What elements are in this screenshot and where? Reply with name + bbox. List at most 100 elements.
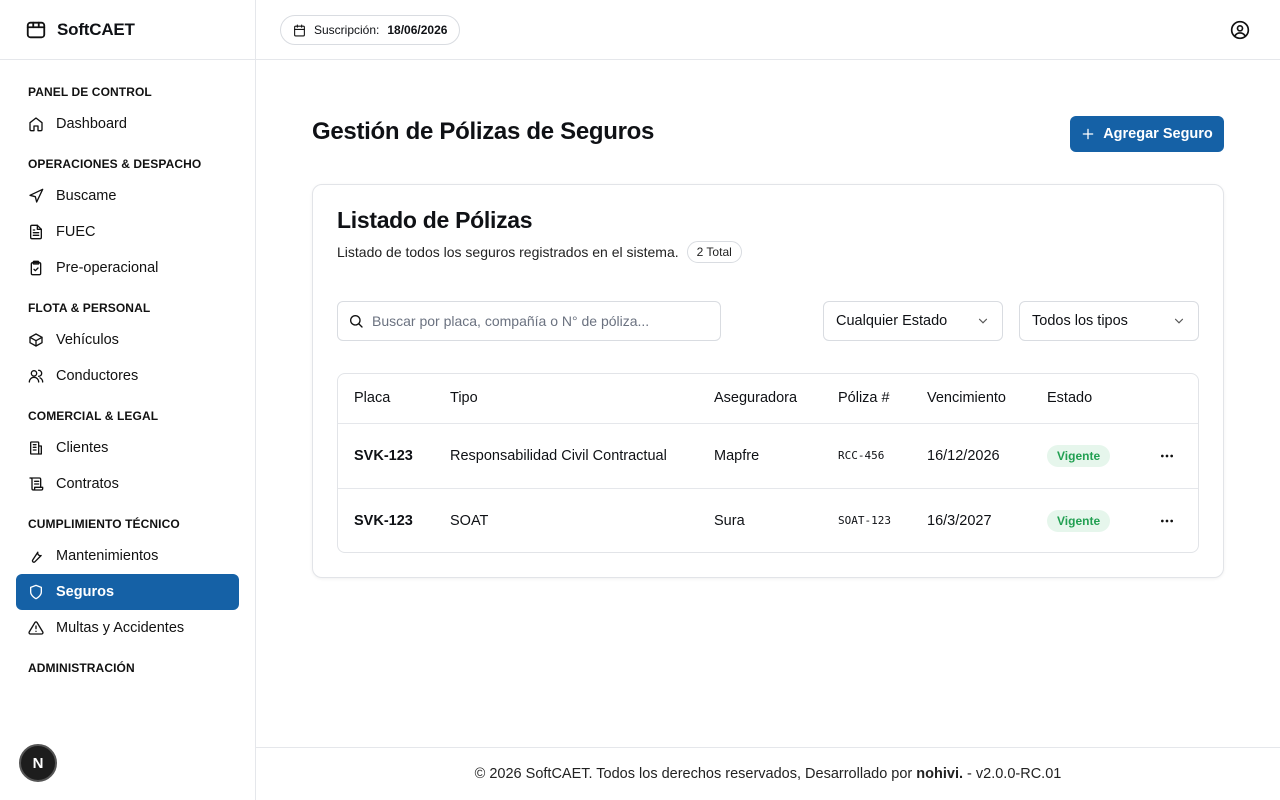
sidebar-item-multas-y-accidentes[interactable]: Multas y Accidentes <box>16 610 239 646</box>
users-icon <box>28 369 44 383</box>
sidebar-item-conductores[interactable]: Conductores <box>16 358 239 394</box>
nav-section-gap <box>16 142 239 154</box>
sidebar-item-mantenimientos[interactable]: Mantenimientos <box>16 538 239 574</box>
card-description: Listado de todos los seguros registrados… <box>337 241 742 263</box>
nav-section-cumplimiento-tecnico: CUMPLIMIENTO TÉCNICO <box>28 517 180 531</box>
cell-tipo: SOAT <box>450 512 489 529</box>
cell-tipo: Responsabilidad Civil Contractual <box>434 423 698 489</box>
wrench-icon <box>31 551 42 563</box>
cell-aseguradora: Sura <box>714 512 745 529</box>
shield-icon <box>30 584 42 600</box>
footer-author[interactable]: nohivi. <box>916 766 963 782</box>
row-actions-button[interactable] <box>1157 511 1177 531</box>
row-actions-button[interactable] <box>1157 446 1177 466</box>
cell-aseguradora: Mapfre <box>698 423 822 489</box>
policies-card: Listado de Pólizas Listado de todos los … <box>312 184 1224 578</box>
cell-estado: Vigente <box>1031 423 1141 489</box>
calendar-icon <box>294 24 305 36</box>
package-icon <box>29 333 43 347</box>
sidebar-item-label: Clientes <box>56 440 109 456</box>
cell-vencimiento: 16/12/2026 <box>911 423 1031 489</box>
sidebar-item-clientes[interactable]: Clientes <box>16 430 239 466</box>
search-box[interactable] <box>337 301 721 341</box>
col-header-vencimiento: Vencimiento <box>911 374 1031 424</box>
cell-poliza: SOAT-123 <box>838 514 891 528</box>
subscription-pill: Suscripción: 18/06/2026 <box>280 15 461 45</box>
sidebar-item-buscame[interactable]: Buscame <box>16 178 239 214</box>
nav-section-spacer <box>16 678 239 682</box>
package-logo-icon <box>26 21 46 38</box>
sidebar-item-label: Conductores <box>56 368 139 384</box>
cell-actions <box>1141 488 1198 552</box>
clipboard-check-icon <box>30 260 42 276</box>
sidebar-item-label: Vehículos <box>56 332 119 348</box>
navigation-icon <box>29 188 44 203</box>
subscription-date: 18/06/2026 <box>387 23 448 37</box>
subscription-label: Suscripción: <box>314 23 380 37</box>
file-text-icon <box>30 224 42 240</box>
sidebar-item-contratos[interactable]: Contratos <box>16 466 239 502</box>
sidebar-item-fuec[interactable]: FUEC <box>16 214 239 250</box>
add-insurance-label: Agregar Seguro <box>1103 126 1213 142</box>
card-title: Listado de Pólizas <box>337 207 533 233</box>
sidebar-item-dashboard[interactable]: Dashboard <box>16 106 239 142</box>
col-header-tipo: Tipo <box>434 374 698 424</box>
total-badge: 2 Total <box>686 241 742 263</box>
page-title: Gestión de Pólizas de Seguros <box>312 118 655 145</box>
type-filter-value: Todos los tipos <box>1032 313 1128 329</box>
alert-triangle-icon <box>28 621 44 635</box>
table-row: SVK-123 SOAT Sura SOAT-123 16/3/2027 Vigente <box>338 488 1198 552</box>
sidebar-nav: PANEL DE CONTROL Dashboard OPERACIONES & D… <box>0 60 255 682</box>
nav-section-gap <box>16 646 239 658</box>
scroll-icon <box>29 477 44 491</box>
type-filter-select[interactable]: Todos los tipos <box>1019 301 1199 341</box>
sidebar-item-vehiculos[interactable]: Vehículos <box>16 322 239 358</box>
cell-poliza: RCC-456 <box>822 423 911 489</box>
sidebar-item-pre-operacional[interactable]: Pre-operacional <box>16 250 239 286</box>
search-input[interactable] <box>372 313 702 329</box>
table-header-row: Placa Tipo Aseguradora Póliza # Vencimie… <box>338 374 1198 424</box>
dev-badge[interactable]: N <box>19 744 57 782</box>
nav-section-panel-de-control: PANEL DE CONTROL <box>28 85 152 99</box>
table-row: SVK-123 Responsabilidad Civil Contractual… <box>338 423 1198 489</box>
nav-section-flota-personal: FLOTA & PERSONAL <box>28 301 151 315</box>
user-circle-icon[interactable] <box>1230 20 1250 40</box>
cell-estado: Vigente <box>1031 488 1141 552</box>
cell-actions <box>1141 423 1198 489</box>
more-horizontal-icon <box>1161 454 1173 457</box>
brand[interactable]: SoftCAET <box>0 0 255 60</box>
status-filter-select[interactable]: Cualquier Estado <box>823 301 1003 341</box>
nav-section-comercial-legal: COMERCIAL & LEGAL <box>28 409 159 423</box>
cell-placa: SVK-123 <box>338 423 434 489</box>
sidebar-item-label: Seguros <box>56 584 115 600</box>
more-horizontal-icon <box>1161 519 1173 523</box>
col-header-actions <box>1141 374 1198 424</box>
status-badge: Vigente <box>1047 509 1111 532</box>
footer-version: - v2.0.0-RC.01 <box>967 766 1062 782</box>
nav-section-gap <box>16 502 239 514</box>
add-insurance-button[interactable]: Agregar Seguro <box>1070 116 1224 152</box>
topbar: Suscripción: 18/06/2026 <box>256 0 1280 60</box>
brand-name: SoftCAET <box>57 19 135 39</box>
card-description-text: Listado de todos los seguros registrados… <box>337 244 679 260</box>
col-header-poliza: Póliza # <box>822 374 911 424</box>
nav-section-gap <box>16 394 239 406</box>
status-badge: Vigente <box>1047 444 1111 467</box>
sidebar: SoftCAET PANEL DE CONTROL Dashboard OPERAC… <box>0 0 256 800</box>
plus-icon <box>1082 128 1094 140</box>
nav-section-administracion: ADMINISTRACIÓN <box>28 661 135 675</box>
building-icon <box>30 441 42 455</box>
cell-placa: SVK-123 <box>354 512 413 529</box>
home-icon <box>29 117 43 132</box>
cell-vencimiento: 16/3/2027 <box>927 512 992 529</box>
chevron-down-icon <box>978 318 988 324</box>
sidebar-item-label: Contratos <box>56 476 119 492</box>
sidebar-item-label: Pre-operacional <box>56 260 159 276</box>
sidebar-item-seguros[interactable]: Seguros <box>16 574 239 610</box>
footer-text: © 2026 SoftCAET. Todos los derechos rese… <box>475 766 1062 782</box>
chevron-down-icon <box>1174 318 1184 324</box>
col-header-estado: Estado <box>1031 374 1141 424</box>
nav-section-gap <box>16 286 239 298</box>
sidebar-item-label: Buscame <box>56 188 117 204</box>
sidebar-item-label: Dashboard <box>56 116 127 132</box>
